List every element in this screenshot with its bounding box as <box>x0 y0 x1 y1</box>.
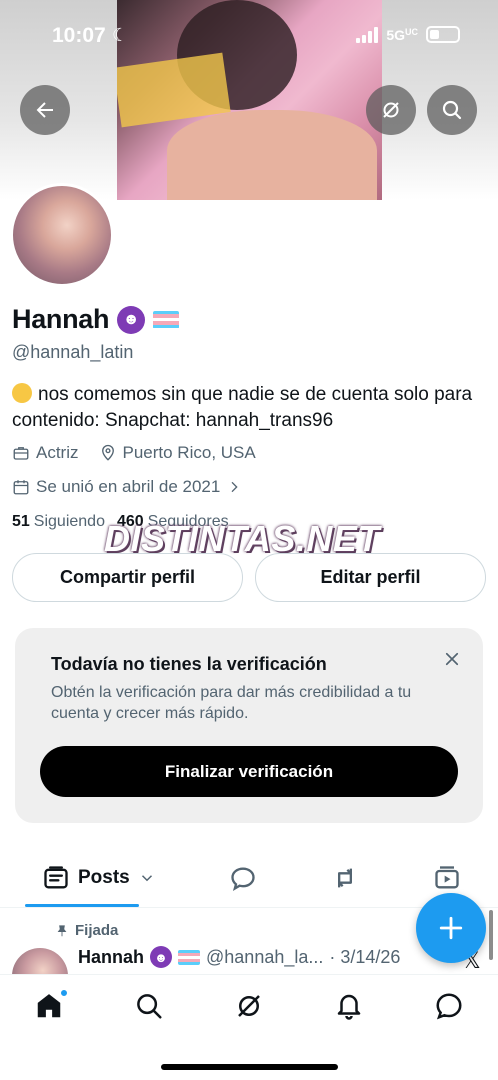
location-text: Puerto Rico, USA <box>122 443 256 462</box>
search-icon <box>442 100 462 120</box>
trans-flag-icon <box>153 310 180 329</box>
search-icon <box>137 994 162 1019</box>
compose-button[interactable] <box>416 893 486 963</box>
pinned-label: Fijada <box>75 922 119 939</box>
profile-avatar[interactable] <box>10 183 114 287</box>
edit-profile-button[interactable]: Editar perfil <box>255 553 486 602</box>
profession-item: Actriz <box>12 443 79 463</box>
home-indicator <box>161 1064 338 1070</box>
reply-icon <box>231 867 255 891</box>
grok-icon <box>383 102 399 118</box>
scrollbar[interactable] <box>489 910 493 960</box>
profile-bio: nos comemos sin que nadie se de cuenta s… <box>12 382 490 434</box>
tab-replies[interactable] <box>229 864 257 892</box>
post-author-name: Hannah <box>78 946 145 967</box>
finish-verification-button[interactable]: Finalizar verificación <box>40 746 458 797</box>
profile-handle: @hannah_latin <box>12 342 134 362</box>
nav-home[interactable] <box>34 989 68 1023</box>
tab-posts-label: Posts <box>78 867 130 888</box>
nav-messages[interactable] <box>434 991 466 1023</box>
grok-button[interactable] <box>366 85 416 135</box>
joined-text: Se unió en abril de 2021 <box>36 477 221 496</box>
briefcase-icon <box>13 447 29 460</box>
close-icon[interactable] <box>443 650 461 668</box>
moon-icon: ☾ <box>112 25 129 45</box>
devil-emoji-icon: ☻ <box>150 946 173 968</box>
post-date: · 3/14/26 <box>329 946 401 967</box>
calendar-icon <box>13 480 29 495</box>
profile-name-row: Hannah ☻ <box>12 304 180 335</box>
signal-icon <box>356 26 379 43</box>
notification-dot <box>60 989 68 997</box>
network-type: 5G <box>386 26 405 43</box>
verification-card: Todavía no tienes la verificación Obtén … <box>15 628 483 823</box>
share-profile-button[interactable]: Compartir perfil <box>12 553 243 602</box>
post-author-handle: @hannah_la... <box>206 946 324 967</box>
following-count: 51 <box>12 513 30 530</box>
tab-active-indicator <box>25 904 139 907</box>
profession-text: Actriz <box>36 443 79 462</box>
following-label: Siguiendo <box>33 513 105 530</box>
pinned-indicator: Fijada <box>55 922 118 939</box>
nav-search[interactable] <box>134 991 166 1023</box>
devil-emoji-icon: ☻ <box>117 305 146 334</box>
chevron-right-icon <box>231 481 238 493</box>
nav-notifications[interactable] <box>334 991 366 1023</box>
grok-icon <box>238 995 260 1017</box>
back-button[interactable] <box>20 85 70 135</box>
chevron-down-icon <box>141 875 152 882</box>
post-header: Hannah ☻ @hannah_la... · 3/14/26 <box>78 946 400 968</box>
tab-posts[interactable]: Posts <box>42 864 156 892</box>
bottom-nav <box>0 974 498 1080</box>
trans-flag-icon <box>178 949 201 965</box>
arrow-left-icon <box>36 102 53 118</box>
joined-date[interactable]: Se unió en abril de 2021 <box>12 477 242 497</box>
posts-icon <box>44 866 68 889</box>
profile-name: Hannah <box>12 304 110 334</box>
location-item: Puerto Rico, USA <box>99 443 256 463</box>
face-emoji-icon <box>12 383 32 403</box>
network-sup: UC <box>405 26 418 37</box>
following-link[interactable]: 51 Siguiendo <box>12 513 105 531</box>
tab-media[interactable] <box>433 864 461 892</box>
bell-icon <box>337 994 361 1020</box>
location-pin-icon <box>101 444 114 461</box>
plus-icon <box>439 916 463 940</box>
search-button[interactable] <box>427 85 477 135</box>
verification-description: Obtén la verificación para dar más credi… <box>51 684 412 722</box>
home-icon <box>37 994 61 1018</box>
repost-icon <box>338 868 352 888</box>
verification-title: Todavía no tienes la verificación <box>51 654 327 674</box>
message-icon <box>436 993 462 1020</box>
tab-reposts[interactable] <box>331 864 359 892</box>
profile-tabs: Posts <box>0 852 498 908</box>
status-bar: 10:07 ☾ 5G UC <box>0 0 498 74</box>
profile-meta: Actriz Puerto Rico, USA <box>12 443 256 463</box>
nav-grok[interactable] <box>234 991 266 1023</box>
status-time: 10:07 <box>52 24 106 47</box>
media-icon <box>435 866 459 889</box>
battery-icon <box>426 26 460 43</box>
pin-icon <box>57 924 67 936</box>
bio-text: nos comemos sin que nadie se de cuenta s… <box>12 384 473 431</box>
